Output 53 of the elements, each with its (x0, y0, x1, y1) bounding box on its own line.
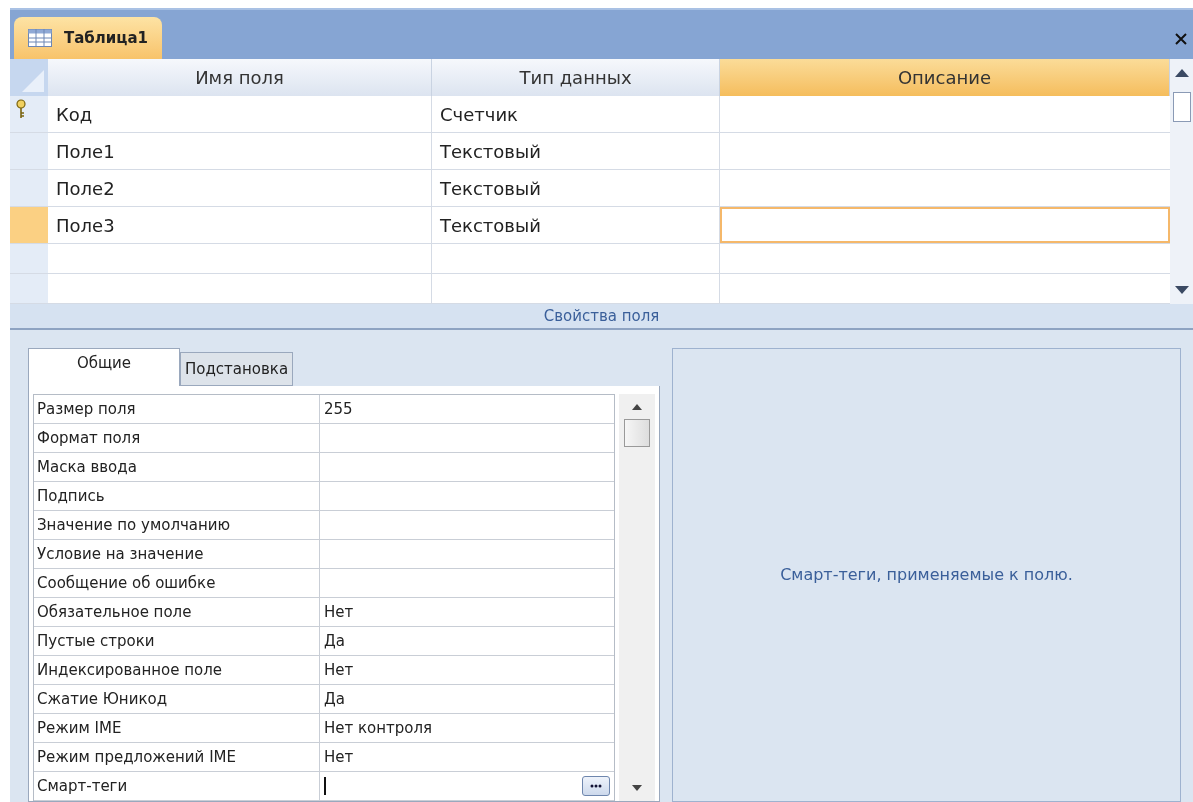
scroll-up-icon[interactable] (1174, 69, 1189, 78)
property-value-field[interactable]: Да (320, 627, 614, 655)
document-tab[interactable]: Таблица1 (14, 17, 162, 60)
table-cell: Текстовый (432, 207, 720, 244)
column-header[interactable]: Имя поля (48, 59, 432, 97)
scroll-down-icon[interactable] (1174, 286, 1189, 295)
text-cursor (324, 777, 326, 795)
property-label: Индексированное поле (34, 656, 320, 684)
property-value-field[interactable]: Да (320, 685, 614, 713)
property-tab[interactable]: Подстановка (180, 352, 294, 386)
column-header[interactable]: Описание (720, 59, 1170, 97)
property-label: Размер поля (34, 395, 320, 423)
close-icon[interactable] (1175, 33, 1187, 46)
column-header[interactable]: Тип данных (432, 59, 720, 97)
properties-bar: Свойства поля (10, 304, 1193, 330)
property-label: Пустые строки (34, 627, 320, 655)
row-selector[interactable] (10, 96, 48, 133)
triangle-icon (22, 70, 44, 93)
property-tab[interactable]: Общие (28, 348, 180, 386)
ellipsis-icon (590, 784, 602, 788)
property-label: Смарт-теги (34, 772, 320, 800)
property-label: Сообщение об ошибке (34, 569, 320, 597)
property-label: Условие на значение (34, 540, 320, 568)
scroll-down-icon[interactable] (632, 785, 642, 791)
property-label: Режим IME (34, 714, 320, 742)
property-value-field[interactable]: Нет (320, 743, 614, 771)
table-icon (28, 29, 52, 48)
builder-button[interactable] (582, 776, 610, 796)
property-value-field[interactable]: Нет (320, 656, 614, 684)
property-label: Обязательное поле (34, 598, 320, 626)
table-cell: Текстовый (432, 133, 720, 170)
scroll-thumb[interactable] (624, 418, 650, 447)
property-value-field[interactable]: Нет контроля (320, 714, 614, 742)
property-label: Формат поля (34, 424, 320, 452)
property-label: Значение по умолчанию (34, 511, 320, 539)
help-text: Смарт-теги, применяемые к полю. (780, 564, 1073, 586)
property-label: Сжатие Юникод (34, 685, 320, 713)
table-cell: Текстовый (432, 170, 720, 207)
property-value-field[interactable]: Нет (320, 598, 614, 626)
scrollbar[interactable] (619, 394, 655, 801)
scrollbar[interactable] (1170, 59, 1193, 305)
property-value-field[interactable]: 255 (320, 395, 614, 423)
table-cell: Поле1 (48, 133, 432, 170)
property-label: Маска ввода (34, 453, 320, 481)
table-cell: Код (48, 96, 432, 133)
table-cell: Поле2 (48, 170, 432, 207)
key-icon (16, 99, 26, 120)
table-cell: Поле3 (48, 207, 432, 244)
scroll-thumb[interactable] (1172, 91, 1191, 122)
property-label: Режим предложений IME (34, 743, 320, 771)
scroll-up-icon[interactable] (632, 404, 642, 410)
table-cell: Счетчик (432, 96, 720, 133)
property-label: Подпись (34, 482, 320, 510)
